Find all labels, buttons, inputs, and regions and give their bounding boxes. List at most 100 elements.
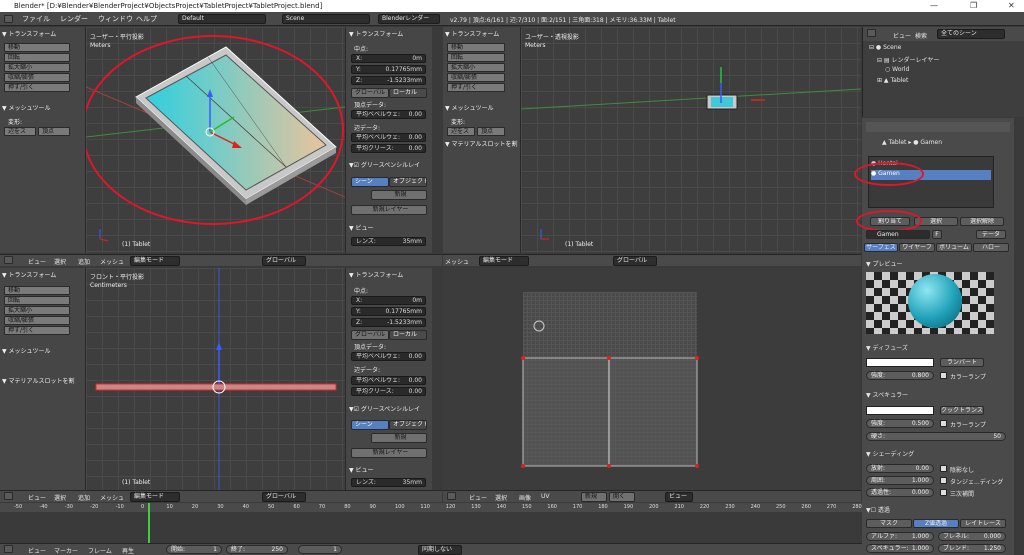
scale-button[interactable]: 拡大縮小: [447, 63, 505, 72]
menu-help[interactable]: ヘルプ: [136, 14, 157, 24]
open-image-button[interactable]: 開く: [609, 492, 635, 502]
slide-edge-button[interactable]: 辺をス: [447, 127, 475, 136]
np-local[interactable]: ローカル: [389, 88, 427, 98]
np-global[interactable]: グローバル: [351, 330, 389, 340]
timeline-ruler[interactable]: -50 -40 -30 -20 -10 0 10 20 30 40 50 60 70 80 90 100 110…: [0, 503, 862, 512]
uv-view-select[interactable]: ビュー: [665, 492, 693, 502]
deselect-button[interactable]: 選択解除: [960, 217, 1004, 226]
translate-button[interactable]: 移動: [447, 43, 505, 52]
editor-type-icon[interactable]: [4, 545, 13, 553]
np-x[interactable]: X: 0m: [351, 54, 426, 63]
scale-button[interactable]: 拡大縮小: [4, 63, 70, 72]
editor-type-icon[interactable]: [447, 492, 456, 500]
np-z[interactable]: Z: -1.5233mm: [351, 76, 426, 85]
mode-select[interactable]: 編集モード: [130, 256, 180, 266]
specular-hardness[interactable]: 硬さ: 50: [866, 432, 1006, 441]
transparency-panel-header[interactable]: ▼☐ 透過: [866, 505, 890, 514]
tangent-checkbox[interactable]: [940, 477, 947, 484]
diffuse-color-swatch[interactable]: [866, 358, 934, 367]
menu-mesh[interactable]: メッシュ: [100, 257, 124, 266]
scene-select[interactable]: Scene: [282, 14, 370, 24]
np-y[interactable]: Y: 0.17765mm: [351, 307, 426, 316]
np-mean-bevel2[interactable]: 平均ベベルウェ: 0.00: [351, 133, 426, 142]
editor-type-icon[interactable]: [867, 29, 876, 37]
outliner-scene[interactable]: ⊟ ● Scene: [869, 44, 901, 51]
shrink-fatten-button[interactable]: 収縮/膨張: [447, 73, 505, 82]
render-engine-select[interactable]: Blenderレンダー: [378, 14, 440, 24]
np-z[interactable]: Z: -1.5233mm: [351, 318, 426, 327]
menu-image[interactable]: 画像: [519, 493, 531, 502]
np-mean-crease[interactable]: 平均クリース: 0.00: [351, 387, 426, 396]
minimize-icon[interactable]: —: [930, 0, 938, 12]
outliner-render-layers[interactable]: ⊟ ▤ レンダーレイヤー: [877, 55, 939, 64]
menu-mesh[interactable]: メッシュ: [445, 257, 469, 266]
menu-select[interactable]: 選択: [54, 257, 66, 266]
uv-editor[interactable]: [443, 268, 861, 490]
specular-ramp-checkbox[interactable]: [940, 420, 947, 427]
outliner-search-menu[interactable]: 検索: [915, 31, 927, 40]
np-new-layer[interactable]: 新規レイヤー: [351, 205, 427, 215]
menu-add[interactable]: 追加: [78, 257, 90, 266]
sync-mode-select[interactable]: 同期しない: [418, 545, 462, 555]
diffuse-panel-header[interactable]: ▼ ディフューズ: [866, 343, 908, 352]
emit-field[interactable]: 放射: 0.00: [866, 464, 934, 473]
editor-type-icon[interactable]: [4, 15, 13, 23]
rotate-button[interactable]: 回転: [447, 53, 505, 62]
viewport-top-left[interactable]: ユーザー・平行投影 Meters (1) Tablet: [86, 27, 345, 253]
properties-context-tabs[interactable]: [866, 122, 1010, 132]
np-local[interactable]: ローカル: [389, 330, 427, 340]
shadeless-checkbox[interactable]: [940, 465, 947, 472]
menu-view[interactable]: ビュー: [28, 493, 46, 502]
specular-panel-header[interactable]: ▼ スペキュラー: [866, 390, 908, 399]
orientation-select[interactable]: グローバル: [262, 492, 306, 502]
viewport-bottom-left[interactable]: フロント・平行投影 Centimeters (1) Tablet: [86, 268, 345, 490]
tab-surface[interactable]: サーフェス: [864, 243, 898, 252]
menu-window[interactable]: ウィンドウ: [98, 14, 133, 24]
orientation-select[interactable]: グローバル: [262, 256, 306, 266]
specular-intensity[interactable]: 強度: 0.500: [866, 419, 934, 428]
transp-mask-tab[interactable]: マスク: [866, 519, 912, 528]
timeline[interactable]: -50 -40 -30 -20 -10 0 10 20 30 40 50 60 70 80 90 100 110…: [0, 503, 862, 543]
menu-file[interactable]: ファイル: [22, 14, 50, 24]
spec-alpha-field[interactable]: スペキュラー: 1.000: [866, 544, 934, 553]
screen-layout-select[interactable]: Default: [178, 14, 266, 24]
material-name-field[interactable]: Gamen: [866, 230, 930, 239]
np-new[interactable]: 新規: [371, 433, 427, 443]
end-frame-field[interactable]: 終了: 250: [226, 545, 288, 554]
transp-z-tab[interactable]: Z値透過: [913, 519, 959, 528]
slide-vertex-button[interactable]: 頂点: [477, 127, 505, 136]
tablet-mesh-persp[interactable]: [521, 27, 861, 253]
outliner-display-select[interactable]: 全てのシーン: [937, 29, 1005, 39]
outliner-tablet[interactable]: ⊞ ▲ Tablet: [877, 77, 908, 84]
menu-marker[interactable]: マーカー: [54, 546, 78, 555]
close-icon[interactable]: ✕: [1008, 0, 1015, 12]
fresnel-field[interactable]: フレネル: 0.000: [938, 532, 1006, 541]
translucency-field[interactable]: 透過性: 0.000: [866, 488, 934, 497]
menu-playback[interactable]: 再生: [122, 546, 134, 555]
menu-mesh[interactable]: メッシュ: [100, 493, 124, 502]
tablet-mesh-front[interactable]: [86, 268, 345, 490]
tab-wire[interactable]: ワイヤーフ: [899, 243, 935, 252]
menu-view[interactable]: ビュー: [28, 546, 46, 555]
tab-volume[interactable]: ボリューム: [936, 243, 972, 252]
ambient-field[interactable]: 周囲: 1.000: [866, 476, 934, 485]
np-scene-tab[interactable]: シーン: [351, 420, 389, 430]
push-pull-button[interactable]: 押す/引く: [4, 83, 70, 92]
editor-type-icon[interactable]: [4, 492, 13, 500]
blend-field[interactable]: ブレンド: 1.250: [938, 544, 1006, 553]
menu-select[interactable]: 選択: [54, 493, 66, 502]
new-image-button[interactable]: 新規: [581, 492, 607, 502]
menu-frame[interactable]: フレーム: [88, 546, 112, 555]
menu-view[interactable]: ビュー: [469, 493, 487, 502]
orientation-select[interactable]: グローバル: [613, 256, 657, 266]
np-y[interactable]: Y: 0.17765mm: [351, 65, 426, 74]
push-pull-button[interactable]: 押す/引く: [4, 326, 70, 335]
start-frame-field[interactable]: 開始: 1: [166, 545, 222, 554]
np-mean-bevel2[interactable]: 平均ベベルウェ: 0.00: [351, 376, 426, 385]
shrink-fatten-button[interactable]: 収縮/膨張: [4, 73, 70, 82]
menu-uv[interactable]: UV: [541, 493, 550, 500]
np-mean-bevel[interactable]: 平均ベベルウェ: 0.00: [351, 352, 426, 361]
transp-raytrace-tab[interactable]: レイトレース: [960, 519, 1006, 528]
cubic-checkbox[interactable]: [940, 489, 947, 496]
mode-select[interactable]: 編集モード: [479, 256, 529, 266]
